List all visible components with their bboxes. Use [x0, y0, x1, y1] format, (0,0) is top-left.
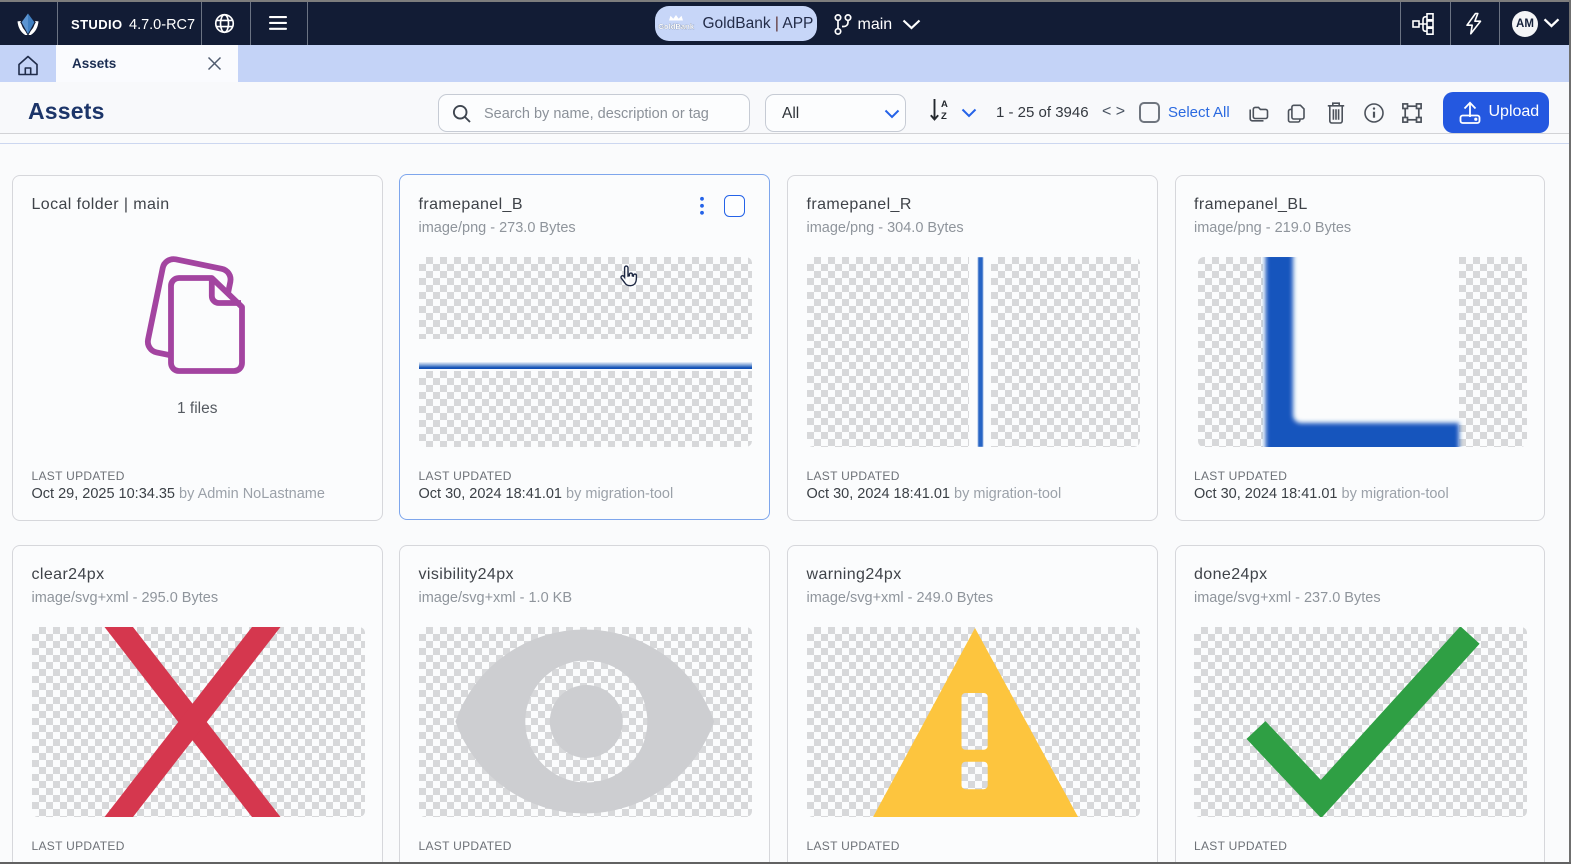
svg-text:A: A	[941, 99, 948, 110]
svg-text:GoldBank: GoldBank	[658, 22, 695, 31]
svg-text:Z: Z	[941, 111, 947, 122]
